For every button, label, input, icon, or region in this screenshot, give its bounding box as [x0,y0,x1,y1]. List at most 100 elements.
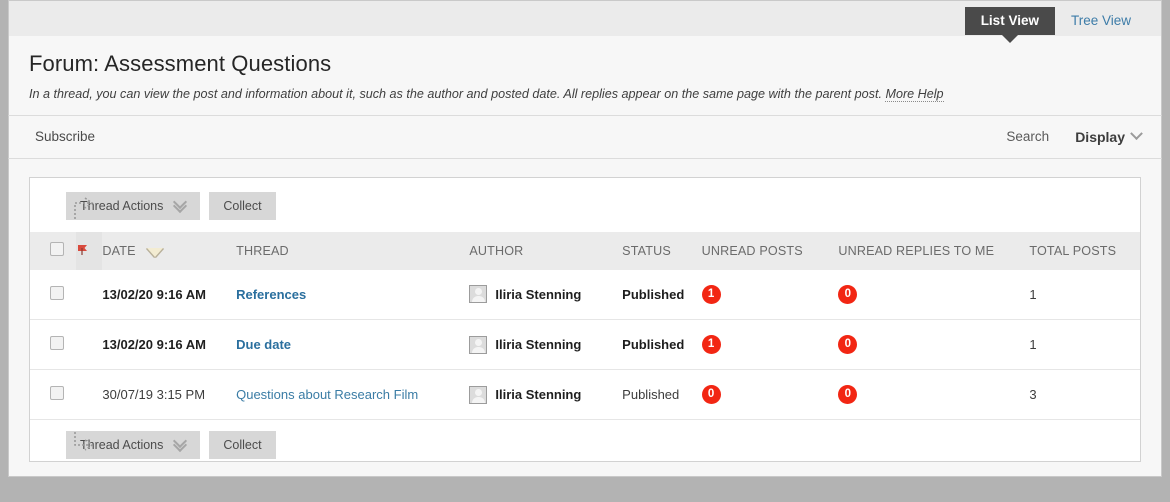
row-unread-replies-cell: 0 [838,369,1030,420]
row-status: Published [622,269,702,320]
tab-tree-view[interactable]: Tree View [1055,7,1147,35]
table-header-row: DATE THREAD AUTHOR STATUS UNREAD POSTS U… [30,231,1140,270]
row-status: Published [622,319,702,370]
table-row[interactable]: 30/07/19 3:15 PM Questions about Researc… [30,369,1140,420]
row-author-cell: Iliria Stenning [469,369,623,420]
header-status-label: STATUS [622,243,671,258]
more-help-link[interactable]: More Help [885,86,944,102]
threads-table-body: 13/02/20 9:16 AM References Iliria Stenn… [30,269,1140,420]
content-area: Thread Actions Collect DATE THREAD AUTHO… [8,158,1162,477]
chevron-down-icon [1130,127,1143,141]
row-flag-cell [76,369,103,420]
row-thread-cell: References [236,269,470,320]
unread-posts-badge: 1 [701,335,721,355]
row-unread-posts-cell: 0 [701,369,839,420]
page-description-text: In a thread, you can view the post and i… [29,86,882,101]
view-toggle-bar: List View Tree View [8,0,1162,43]
page-root: List View Tree View Forum: Assessment Qu… [0,0,1170,502]
unread-replies-badge: 0 [838,284,858,304]
header-author-label: AUTHOR [469,243,524,258]
header-unread-posts-label: UNREAD POSTS [701,243,803,258]
tab-list-view[interactable]: List View [964,7,1055,43]
double-chevron-down-icon [174,199,186,211]
row-select-cell[interactable] [30,319,77,370]
header-date-label: DATE [102,243,136,258]
row-select-cell[interactable] [30,369,77,420]
unread-replies-badge: 0 [838,335,858,355]
tab-tree-view-label: Tree View [1070,13,1131,28]
display-menu-button[interactable]: Display [1075,127,1143,145]
header-thread[interactable]: THREAD [236,231,470,270]
header-block: Forum: Assessment Questions In a thread,… [8,36,1162,115]
row-flag-cell [76,269,103,320]
header-date[interactable]: DATE [102,231,237,270]
search-button[interactable]: Search [1006,129,1049,144]
header-thread-label: THREAD [236,243,289,258]
subscribe-button[interactable]: Subscribe [35,129,95,144]
row-total-posts: 1 [1029,269,1140,320]
header-flag [76,231,103,270]
thread-link[interactable]: Questions about Research Film [236,387,418,402]
sort-descending-icon[interactable] [147,247,164,257]
header-total-posts-label: TOTAL POSTS [1029,243,1117,258]
toolbar-bottom: Thread Actions Collect [30,431,1140,459]
unread-posts-badge: 1 [701,284,721,304]
row-unread-posts-cell: 1 [701,319,839,370]
row-thread-cell: Due date [236,319,470,370]
row-author-cell: Iliria Stenning [469,269,623,320]
action-bar-right: Search Display [1006,127,1143,145]
table-row[interactable]: 13/02/20 9:16 AM References Iliria Stenn… [30,269,1140,320]
row-total-posts: 3 [1029,369,1140,420]
author-name: Iliria Stenning [495,337,582,352]
row-date: 30/07/19 3:15 PM [102,369,237,420]
row-status: Published [622,369,702,420]
threads-table: DATE THREAD AUTHOR STATUS UNREAD POSTS U… [30,231,1140,420]
threads-panel: Thread Actions Collect DATE THREAD AUTHO… [29,176,1141,462]
table-row[interactable]: 13/02/20 9:16 AM Due date Iliria Stennin… [30,319,1140,370]
thread-link[interactable]: References [236,287,306,302]
avatar [469,285,488,304]
header-total-posts[interactable]: TOTAL POSTS [1029,231,1140,270]
toolbar-top: Thread Actions Collect [30,191,1140,221]
header-unread-posts[interactable]: UNREAD POSTS [701,231,839,270]
row-date: 13/02/20 9:16 AM [102,269,237,320]
row-unread-posts-cell: 1 [701,269,839,320]
thread-link[interactable]: Due date [236,337,291,352]
unread-replies-badge: 0 [838,385,858,405]
action-bar-left: Subscribe [35,129,95,144]
row-unread-replies-cell: 0 [838,319,1030,370]
tab-list-view-label: List View [980,13,1039,28]
avatar [469,335,488,354]
unread-posts-badge: 0 [701,385,721,405]
page-title: Forum: Assessment Questions [29,51,332,76]
header-unread-replies[interactable]: UNREAD REPLIES TO ME [838,231,1030,270]
collect-button-top[interactable]: Collect [209,191,276,220]
action-bar: Subscribe Search Display [8,114,1162,159]
collect-button-bottom[interactable]: Collect [209,431,276,459]
avatar [469,385,488,404]
threads-table-head: DATE THREAD AUTHOR STATUS UNREAD POSTS U… [30,231,1140,270]
flag-icon [76,243,89,256]
header-author[interactable]: AUTHOR [469,231,623,270]
row-author-cell: Iliria Stenning [469,319,623,370]
display-menu-label: Display [1075,128,1125,145]
header-unread-replies-label: UNREAD REPLIES TO ME [838,243,995,258]
header-status[interactable]: STATUS [622,231,702,270]
header-select-all[interactable] [30,231,77,270]
author-name: Iliria Stenning [495,387,582,402]
row-total-posts: 1 [1029,319,1140,370]
row-checkbox[interactable] [50,285,64,300]
page-description: In a thread, you can view the post and i… [29,86,1141,103]
row-checkbox[interactable] [50,386,64,400]
collect-label-top: Collect [223,198,262,213]
row-date: 13/02/20 9:16 AM [102,319,237,370]
row-checkbox[interactable] [50,336,64,350]
double-chevron-down-icon-bottom [174,438,186,450]
row-select-cell[interactable] [30,269,77,320]
row-unread-replies-cell: 0 [838,269,1030,320]
apply-to-selection-arrow-icon-bottom [72,430,98,460]
author-name: Iliria Stenning [495,286,582,302]
apply-to-selection-arrow-icon [72,191,98,221]
collect-label-bottom: Collect [223,438,262,452]
select-all-checkbox[interactable] [50,242,64,256]
